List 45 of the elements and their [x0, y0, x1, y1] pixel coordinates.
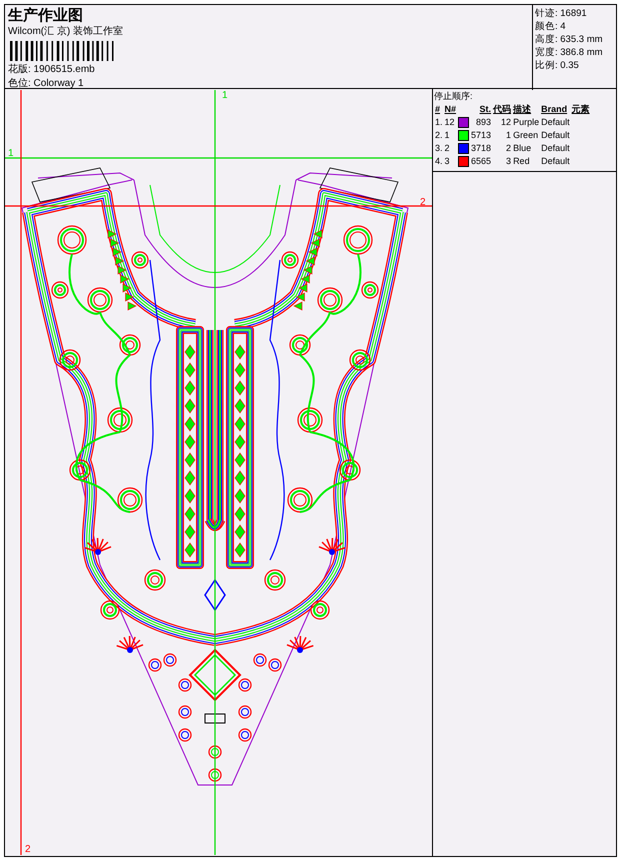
guide-label: 2: [25, 844, 31, 855]
stop-sequence-title: 停止顺序:: [434, 90, 474, 103]
table-cell-text: Blue: [512, 142, 532, 155]
table-cell-text: 3: [444, 155, 451, 168]
table-cell: 3.: [434, 142, 444, 155]
guide-label: 1: [8, 148, 14, 159]
table-cell: 2.: [434, 129, 444, 142]
table-cell: 5713: [470, 129, 492, 142]
column-header: Brand: [540, 103, 568, 116]
table-cell-text: 2: [444, 142, 451, 155]
table-cell-text: 12: [444, 116, 456, 129]
table-cell-text: 2: [505, 142, 512, 155]
guide-label: 2: [420, 197, 426, 208]
stat-text: 宽度: 386.8 mm: [535, 46, 604, 59]
stat-text: 比例: 0.35: [535, 59, 580, 72]
table-cell-text: Green: [512, 129, 540, 142]
design-info-text: 花版: 1906515.emb: [8, 63, 96, 76]
design-info-text: 色位: Colorway 1: [8, 77, 85, 90]
table-cell: Default: [540, 129, 571, 142]
column-header: St.: [478, 103, 492, 116]
table-cell-text: 3: [505, 155, 512, 168]
table-cell: Default: [540, 142, 571, 155]
column-header: 描述: [512, 103, 532, 116]
table-cell-text: Red: [512, 155, 531, 168]
column-header: 代码: [492, 103, 512, 116]
table-cell-text: 1: [505, 129, 512, 142]
table-cell-text: 893: [475, 116, 492, 129]
table-cell-text: 12: [500, 116, 512, 129]
column-header: N#: [444, 103, 458, 116]
stat-text: 高度: 635.3 mm: [535, 33, 604, 46]
table-cell: 3718: [470, 142, 492, 155]
sheet-title: 生产作业图: [8, 7, 84, 24]
guide-label: 1: [222, 90, 228, 101]
company-name: Wilcom(汇 京) 装饰工作室: [8, 25, 124, 38]
stat-text: 颜色: 4: [535, 20, 567, 33]
stat-text: 针迹: 16891: [535, 7, 588, 20]
table-cell: Purple: [512, 116, 540, 129]
table-cell-text: 1: [444, 129, 451, 142]
table-cell: 6565: [470, 155, 492, 168]
column-header: 元素: [570, 103, 591, 116]
table-cell: Default: [540, 116, 571, 129]
table-cell: 1.: [434, 116, 444, 129]
table-cell: Default: [540, 155, 571, 168]
column-header: #: [434, 103, 442, 116]
table-cell: 4.: [434, 155, 444, 168]
